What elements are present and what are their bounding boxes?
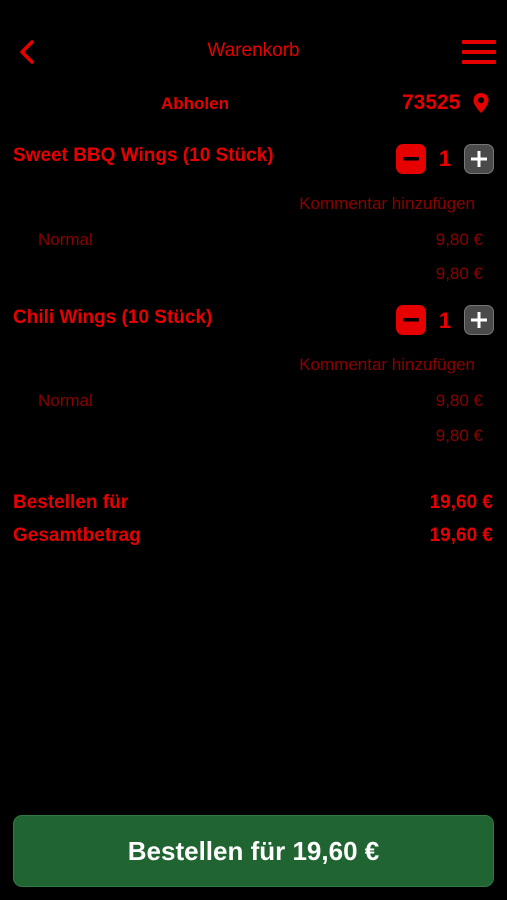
increase-quantity-button[interactable] [464,305,494,335]
cart-item-name: Sweet BBQ Wings (10 Stück) [13,145,274,166]
cart-item-name: Chili Wings (10 Stück) [13,307,213,328]
total-value: 19,60 € [429,525,493,546]
plus-icon [471,312,487,328]
place-order-button[interactable]: Bestellen für 19,60 € [13,815,494,887]
minus-icon [403,318,419,322]
order-for-label: Bestellen für [13,492,129,513]
item-quantity: 1 [438,146,452,171]
add-comment-link[interactable]: Kommentar hinzufügen [299,355,475,375]
item-line-total: 9,80 € [435,264,483,283]
map-pin-icon[interactable] [472,92,490,114]
pickup-mode[interactable]: Abholen [130,94,260,114]
variant-price: 9,80 € [435,391,483,410]
hamburger-menu-icon [462,40,496,64]
menu-button[interactable] [462,40,496,64]
zip-code[interactable]: 73525 [402,91,460,115]
item-variant: Normal [38,391,93,410]
total-label: Gesamtbetrag [13,525,141,546]
item-quantity: 1 [438,308,452,333]
page-title: Warenkorb [207,40,300,61]
order-for-value: 19,60 € [429,492,493,513]
variant-price: 9,80 € [435,230,483,249]
decrease-quantity-button[interactable] [396,144,426,174]
minus-icon [403,157,419,161]
decrease-quantity-button[interactable] [396,305,426,335]
increase-quantity-button[interactable] [464,144,494,174]
add-comment-link[interactable]: Kommentar hinzufügen [299,194,475,214]
item-variant: Normal [38,230,93,249]
plus-icon [471,151,487,167]
item-line-total: 9,80 € [435,426,483,445]
